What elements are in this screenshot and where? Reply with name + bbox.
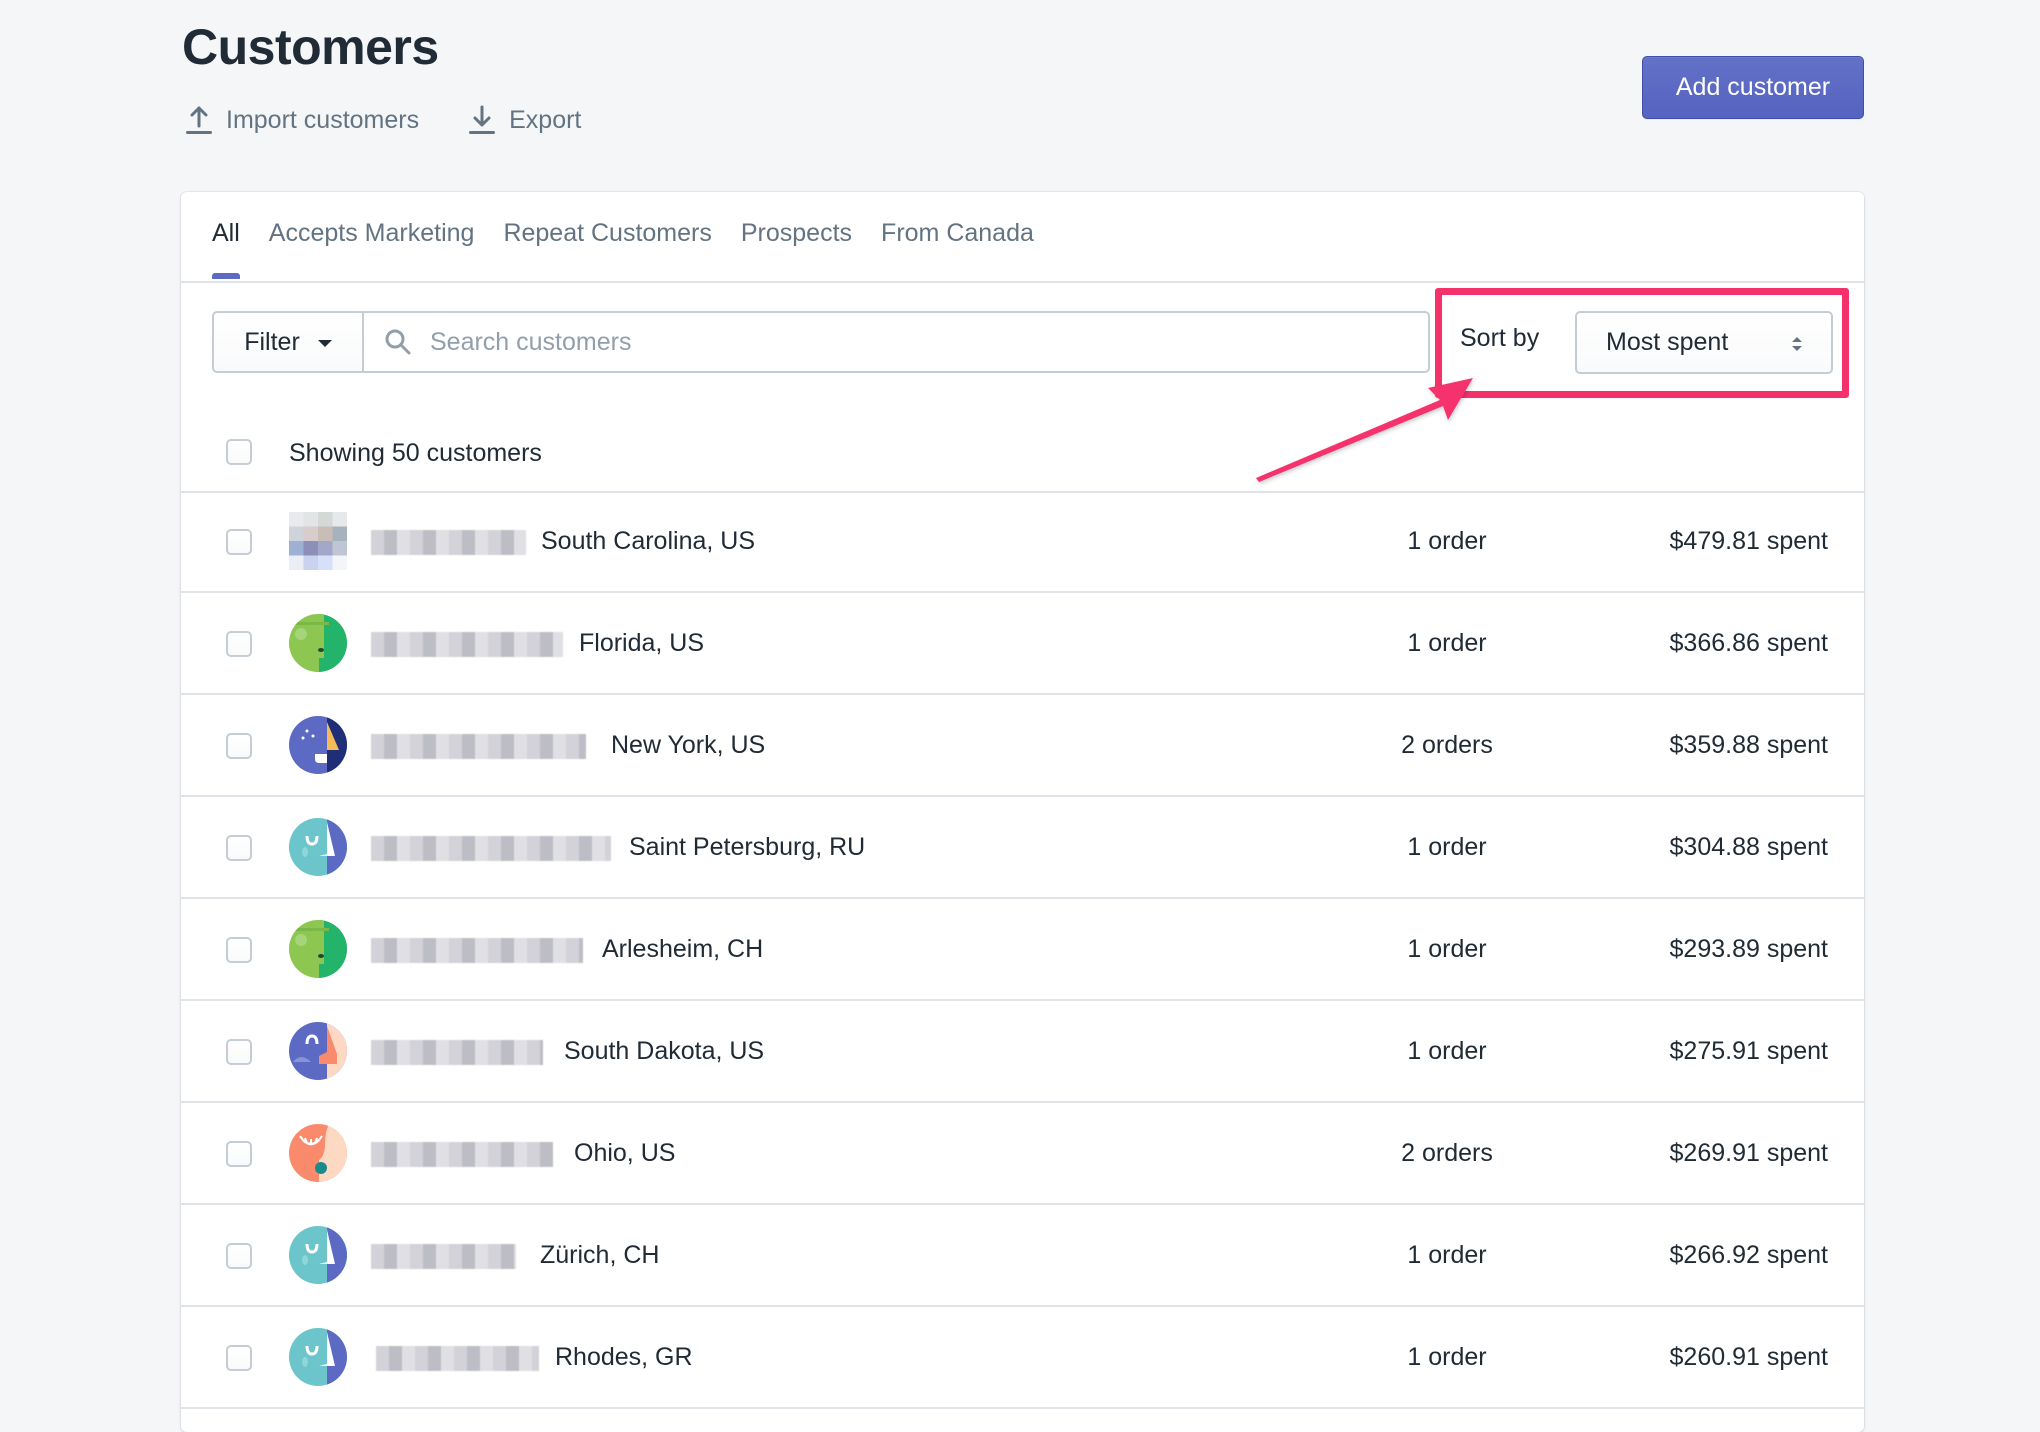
row-checkbox[interactable] — [226, 1345, 252, 1371]
customer-row[interactable]: Zürich, CH 1 order $266.92 spent — [181, 1205, 1864, 1307]
page-actions: Import customers Export — [184, 104, 581, 136]
search-field[interactable] — [362, 311, 1430, 373]
customer-orders: 1 order — [1407, 629, 1487, 657]
import-customers-link[interactable]: Import customers — [184, 104, 419, 136]
row-checkbox[interactable] — [226, 733, 252, 759]
avatar — [289, 818, 347, 876]
sort-by-select[interactable]: Most spent — [1575, 311, 1833, 374]
customer-location: Rhodes, GR — [555, 1343, 693, 1371]
filter-button[interactable]: Filter — [212, 311, 362, 373]
search-input[interactable] — [428, 326, 1332, 358]
customer-name-redacted — [371, 734, 586, 759]
page-title: Customers — [182, 19, 439, 75]
avatar — [289, 1328, 347, 1386]
customer-row[interactable]: Saint Petersburg, RU 1 order $304.88 spe… — [181, 797, 1864, 899]
export-label: Export — [509, 105, 582, 134]
customer-name-redacted — [371, 836, 611, 861]
caret-down-icon — [317, 339, 332, 347]
avatar — [289, 920, 347, 978]
customer-name-redacted — [371, 938, 583, 963]
customer-row[interactable]: Arlesheim, CH 1 order $293.89 spent — [181, 899, 1864, 1001]
row-checkbox[interactable] — [226, 1141, 252, 1167]
tab-repeat-customers[interactable]: Repeat Customers — [503, 192, 711, 281]
row-checkbox[interactable] — [226, 1039, 252, 1065]
avatar — [289, 1226, 347, 1284]
row-checkbox[interactable] — [226, 631, 252, 657]
avatar — [289, 716, 347, 774]
showing-count: Showing 50 customers — [289, 439, 542, 467]
sort-by-label: Sort by — [1460, 324, 1540, 352]
tab-accepts-marketing[interactable]: Accepts Marketing — [269, 192, 475, 281]
row-checkbox[interactable] — [226, 835, 252, 861]
customer-orders: 1 order — [1407, 935, 1487, 963]
list-header: Showing 50 customers — [181, 409, 1864, 493]
customer-spent: $304.88 spent — [1669, 833, 1828, 861]
customer-row[interactable]: South Dakota, US 1 order $275.91 spent — [181, 1001, 1864, 1103]
customer-name-redacted — [371, 632, 563, 657]
customer-location: South Dakota, US — [564, 1037, 765, 1065]
customer-name-redacted — [371, 1244, 516, 1269]
customer-location: South Carolina, US — [541, 527, 756, 555]
export-link[interactable]: Export — [467, 104, 581, 136]
tab-from-canada[interactable]: From Canada — [881, 192, 1034, 281]
upload-icon — [186, 106, 212, 134]
customer-list: South Carolina, US 1 order $479.81 spent… — [181, 491, 1864, 1409]
row-checkbox[interactable] — [226, 1243, 252, 1269]
customer-spent: $293.89 spent — [1669, 935, 1828, 963]
customer-orders: 2 orders — [1401, 1139, 1493, 1167]
sort-by-value: Most spent — [1606, 328, 1729, 356]
customer-name-redacted — [371, 1142, 553, 1167]
customer-orders: 1 order — [1407, 1037, 1487, 1065]
customer-orders: 1 order — [1407, 1343, 1487, 1371]
customers-card: All Accepts Marketing Repeat Customers P… — [181, 192, 1864, 1432]
customer-row[interactable]: New York, US 2 orders $359.88 spent — [181, 695, 1864, 797]
customer-location: New York, US — [611, 731, 766, 759]
customer-location: Saint Petersburg, RU — [629, 833, 866, 861]
avatar — [289, 512, 347, 570]
tab-all[interactable]: All — [212, 192, 240, 281]
avatar — [289, 614, 347, 672]
search-icon — [385, 329, 411, 355]
customer-spent: $366.86 spent — [1669, 629, 1828, 657]
customer-spent: $260.91 spent — [1669, 1343, 1828, 1371]
customer-spent: $266.92 spent — [1669, 1241, 1828, 1269]
row-checkbox[interactable] — [226, 529, 252, 555]
avatar — [289, 1124, 347, 1182]
tab-bar: All Accepts Marketing Repeat Customers P… — [181, 192, 1864, 283]
customer-row[interactable]: Florida, US 1 order $366.86 spent — [181, 593, 1864, 695]
download-icon — [469, 105, 496, 134]
select-arrows-icon — [1792, 337, 1802, 351]
avatar — [289, 1022, 347, 1080]
customer-spent: $359.88 spent — [1669, 731, 1828, 759]
customer-location: Ohio, US — [574, 1139, 676, 1167]
customer-orders: 1 order — [1407, 527, 1487, 555]
customer-row[interactable]: Rhodes, GR 1 order $260.91 spent — [181, 1307, 1864, 1409]
customer-name-redacted — [371, 1040, 543, 1065]
select-all-checkbox[interactable] — [226, 439, 252, 465]
row-checkbox[interactable] — [226, 937, 252, 963]
tab-prospects[interactable]: Prospects — [741, 192, 852, 281]
customer-location: Arlesheim, CH — [602, 935, 764, 963]
customer-row[interactable]: South Carolina, US 1 order $479.81 spent — [181, 491, 1864, 593]
customer-spent: $479.81 spent — [1669, 527, 1828, 555]
customer-spent: $269.91 spent — [1669, 1139, 1828, 1167]
import-customers-label: Import customers — [226, 105, 420, 134]
add-customer-button[interactable]: Add customer — [1642, 56, 1864, 119]
customer-location: Zürich, CH — [540, 1241, 660, 1269]
customer-name-redacted — [376, 1346, 539, 1371]
customer-orders: 1 order — [1407, 833, 1487, 861]
customer-location: Florida, US — [579, 629, 705, 657]
customer-name-redacted — [371, 530, 526, 555]
filter-label: Filter — [244, 327, 300, 356]
customer-orders: 1 order — [1407, 1241, 1487, 1269]
customer-orders: 2 orders — [1401, 731, 1493, 759]
customer-spent: $275.91 spent — [1669, 1037, 1828, 1065]
customer-row[interactable]: Ohio, US 2 orders $269.91 spent — [181, 1103, 1864, 1205]
